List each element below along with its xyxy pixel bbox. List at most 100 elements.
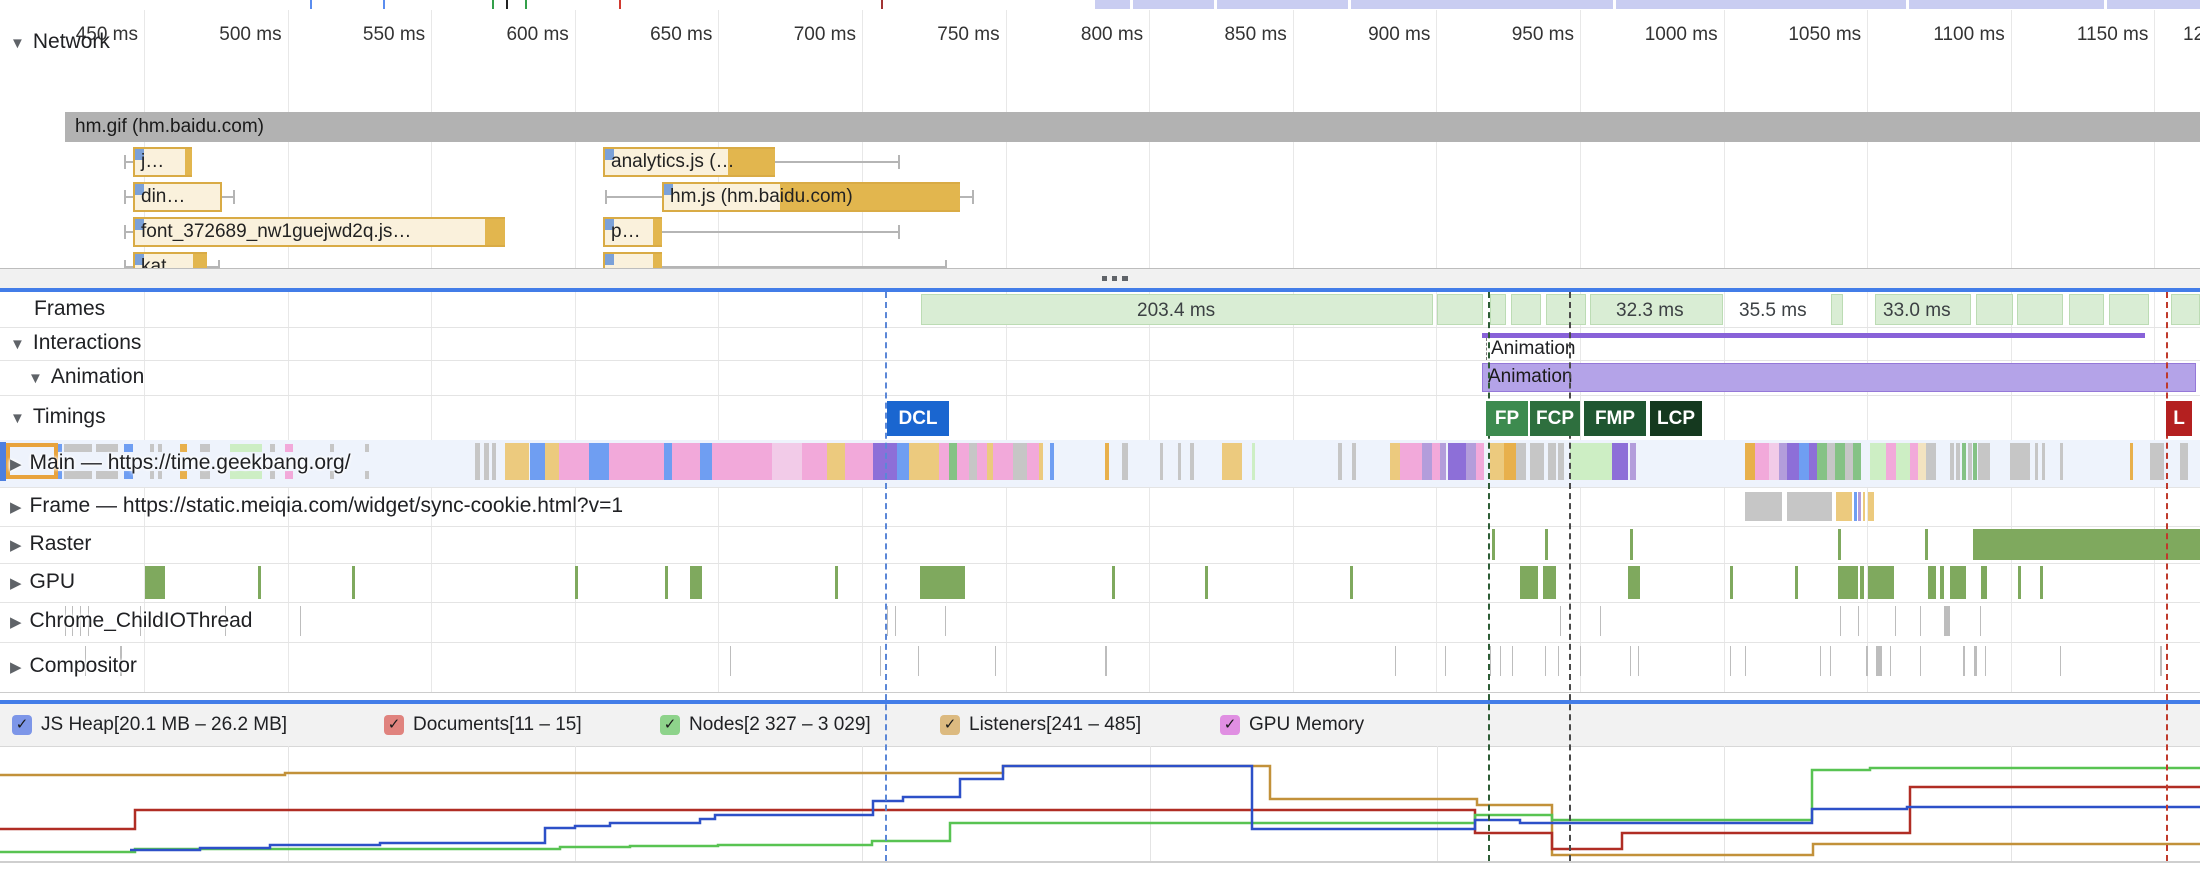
flame-segment[interactable]	[1910, 443, 1918, 480]
raster-activity-bar[interactable]	[1838, 529, 1841, 560]
flame-segment[interactable]	[1105, 443, 1109, 480]
flame-segment[interactable]	[1252, 443, 1255, 480]
flame-segment[interactable]	[1050, 443, 1054, 480]
flame-segment[interactable]	[1612, 443, 1628, 480]
flame-segment[interactable]	[1432, 443, 1440, 480]
track-label[interactable]: ▶Raster	[10, 532, 91, 556]
flame-segment[interactable]	[1827, 443, 1835, 480]
flame-segment[interactable]	[1390, 443, 1400, 480]
flame-segment[interactable]	[1755, 443, 1769, 480]
flame-segment[interactable]	[2060, 443, 2063, 480]
network-request-bar[interactable]: analytics.js (…	[603, 147, 775, 177]
counter-legend-item[interactable]: ✓Listeners[241 – 485]	[940, 714, 1141, 736]
flame-segment[interactable]	[949, 443, 957, 480]
flame-segment[interactable]	[609, 443, 664, 480]
counter-checkbox[interactable]: ✓	[12, 715, 32, 735]
expand-arrow-icon[interactable]: ▶	[10, 456, 22, 473]
frames-frame-bar[interactable]	[1546, 294, 1586, 325]
interaction-whisker-bar[interactable]	[1482, 333, 2145, 338]
flame-segment[interactable]	[1476, 443, 1484, 480]
gpu-activity-bar[interactable]	[1795, 566, 1798, 599]
overview-strip[interactable]	[0, 0, 2200, 10]
flame-segment[interactable]	[2010, 443, 2030, 480]
gpu-activity-bar[interactable]	[1543, 566, 1556, 599]
flame-segment[interactable]	[1886, 443, 1896, 480]
expand-arrow-icon[interactable]: ▼	[10, 336, 25, 353]
gpu-activity-bar[interactable]	[1112, 566, 1115, 599]
gpu-activity-bar[interactable]	[1868, 566, 1894, 599]
pane-divider[interactable]	[0, 268, 2200, 289]
flame-segment[interactable]	[2180, 443, 2188, 480]
flame-segment[interactable]	[2130, 443, 2133, 480]
frame-track-segment[interactable]	[1836, 492, 1852, 521]
flame-segment[interactable]	[505, 443, 529, 480]
timing-badge-fp[interactable]: FP	[1486, 401, 1528, 436]
raster-activity-bar[interactable]	[1545, 529, 1548, 560]
frames-frame-bar[interactable]	[2109, 294, 2149, 325]
flame-segment[interactable]	[1516, 443, 1526, 480]
flame-segment[interactable]	[939, 443, 949, 480]
flame-segment[interactable]	[1027, 443, 1039, 480]
raster-activity-bar[interactable]	[1925, 529, 1928, 560]
flame-segment[interactable]	[2150, 443, 2164, 480]
gpu-activity-bar[interactable]	[1860, 566, 1864, 599]
gpu-activity-bar[interactable]	[352, 566, 355, 599]
gpu-activity-bar[interactable]	[1350, 566, 1353, 599]
gpu-activity-bar[interactable]	[2018, 566, 2021, 599]
frames-frame-bar[interactable]	[2017, 294, 2063, 325]
flame-segment[interactable]	[1570, 443, 1612, 480]
flame-segment[interactable]	[993, 443, 1013, 480]
flame-segment[interactable]	[365, 471, 369, 479]
flame-segment[interactable]	[1962, 443, 1966, 480]
animation-track-bar[interactable]: Animation	[1482, 363, 2196, 392]
flame-segment[interactable]	[1352, 443, 1356, 480]
frames-frame-bar[interactable]	[2069, 294, 2104, 325]
flame-segment[interactable]	[1422, 443, 1432, 480]
gpu-activity-bar[interactable]	[575, 566, 578, 599]
flame-segment[interactable]	[1440, 443, 1446, 480]
gpu-activity-bar[interactable]	[1981, 566, 1987, 599]
frame-track-segment[interactable]	[1854, 492, 1857, 521]
track-label[interactable]: ▶Frame — https://static.meiqia.com/widge…	[10, 494, 623, 518]
flame-segment[interactable]	[969, 443, 977, 480]
expand-arrow-icon[interactable]: ▶	[10, 659, 22, 676]
gpu-activity-bar[interactable]	[1838, 566, 1858, 599]
expand-arrow-icon[interactable]: ▼	[28, 370, 43, 387]
network-section-label[interactable]: ▼Network	[10, 30, 110, 54]
flame-segment[interactable]	[1817, 443, 1827, 480]
frame-track-segment[interactable]	[1745, 492, 1782, 521]
gpu-activity-bar[interactable]	[1730, 566, 1733, 599]
flame-segment[interactable]	[1504, 443, 1516, 480]
network-request-bar[interactable]: hm.js (hm.baidu.com)	[662, 182, 960, 212]
flame-segment[interactable]	[827, 443, 845, 480]
network-request-bar[interactable]: font_372689_nw1guejwd2q.js…	[133, 217, 505, 247]
flame-segment[interactable]	[700, 443, 712, 480]
gpu-activity-bar[interactable]	[1628, 566, 1640, 599]
flame-segment[interactable]	[1338, 443, 1342, 480]
timing-badge-dcl[interactable]: DCL	[887, 401, 949, 436]
frames-frame-bar[interactable]	[1831, 294, 1843, 325]
network-request-bar[interactable]: j…	[133, 147, 192, 177]
frames-frame-bar[interactable]	[2171, 294, 2200, 325]
frame-track-segment[interactable]	[1787, 492, 1832, 521]
divider-grip-dots[interactable]	[1102, 276, 1128, 281]
flame-segment[interactable]	[1466, 443, 1476, 480]
flame-segment[interactable]	[1490, 443, 1504, 480]
flame-segment[interactable]	[530, 443, 545, 480]
frames-frame-bar[interactable]	[1511, 294, 1541, 325]
flame-segment[interactable]	[1190, 443, 1194, 480]
counter-checkbox[interactable]: ✓	[1220, 715, 1240, 735]
flame-segment[interactable]	[1926, 443, 1936, 480]
gpu-activity-bar[interactable]	[920, 566, 965, 599]
network-request-bar[interactable]	[603, 252, 662, 268]
gpu-activity-bar[interactable]	[1205, 566, 1208, 599]
flame-segment[interactable]	[559, 443, 589, 480]
raster-activity-bar[interactable]	[1630, 529, 1633, 560]
flame-segment[interactable]	[1160, 443, 1163, 480]
expand-arrow-icon[interactable]: ▶	[10, 575, 22, 592]
expand-arrow-icon[interactable]: ▶	[10, 499, 22, 516]
expand-arrow-icon[interactable]: ▶	[10, 537, 22, 554]
expand-arrow-icon[interactable]: ▼	[10, 410, 25, 427]
track-label[interactable]: ▼Timings	[10, 405, 106, 429]
flame-segment[interactable]	[1956, 443, 1960, 480]
